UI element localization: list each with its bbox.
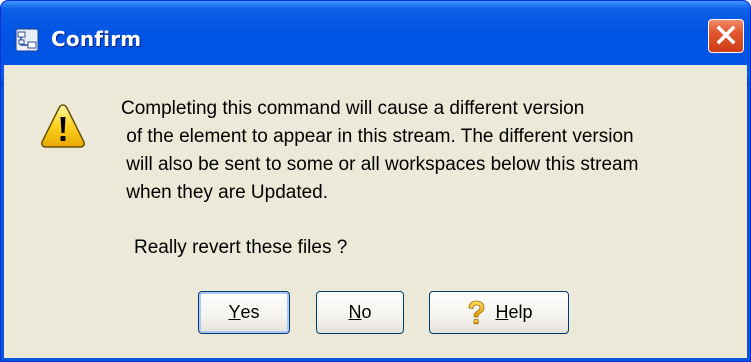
- close-button[interactable]: [708, 19, 744, 53]
- app-icon: [15, 28, 39, 52]
- warning-icon: [41, 104, 85, 148]
- confirm-dialog-window: Confirm Completing this command will cau…: [0, 0, 751, 362]
- message-line: of the element to appear in this stream.…: [121, 126, 634, 147]
- no-label-rest: o: [361, 302, 372, 322]
- window-title: Confirm: [51, 27, 142, 51]
- help-accelerator: H: [495, 302, 509, 322]
- confirmation-message: Completing this command will cause a dif…: [121, 95, 731, 207]
- message-line: when they are Updated.: [121, 182, 329, 203]
- yes-button[interactable]: Yes: [198, 291, 290, 334]
- question-mark-icon: [469, 300, 485, 324]
- no-accelerator: N: [348, 302, 362, 322]
- message-line: will also be sent to some or all workspa…: [121, 154, 639, 175]
- help-label-rest: elp: [508, 302, 533, 322]
- no-button[interactable]: No: [316, 291, 404, 334]
- confirmation-question: Really revert these files ?: [134, 237, 348, 258]
- dialog-body: Completing this command will cause a dif…: [4, 65, 747, 358]
- help-label: Help: [495, 302, 532, 323]
- yes-accelerator: Y: [228, 302, 241, 322]
- close-icon: [716, 25, 736, 45]
- help-button[interactable]: Help: [429, 291, 569, 334]
- message-line: Completing this command will cause a dif…: [121, 98, 585, 119]
- yes-label-rest: es: [240, 302, 260, 322]
